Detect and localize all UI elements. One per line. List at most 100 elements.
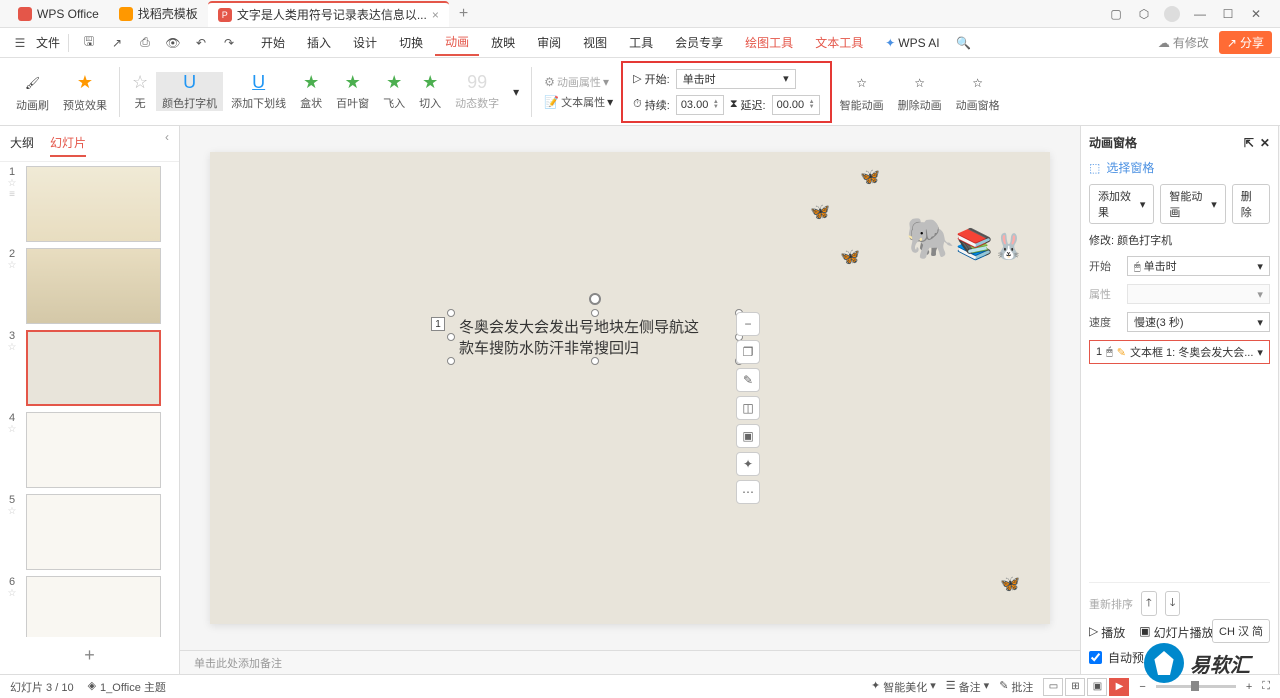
preview-button[interactable]: ★ 预览效果 <box>57 71 113 113</box>
textbox-selection[interactable]: 1 冬奥会发大会发出号地块左侧导航这 款车搜防水防汗非常搜回归 <box>450 312 740 362</box>
rotate-handle[interactable] <box>589 293 601 305</box>
move-down-button[interactable]: 🡓 <box>1165 591 1181 616</box>
notes-input[interactable]: 单击此处添加备注 <box>180 650 1080 674</box>
play-preview-button[interactable]: ▷播放 <box>1089 624 1125 641</box>
tab-wps-ai[interactable]: ✦WPS AI <box>875 32 949 54</box>
app-icon-2[interactable]: ⬡ <box>1136 6 1152 22</box>
smart-anim-dropdown[interactable]: 智能动画▾ <box>1160 184 1225 224</box>
prop-start-select[interactable]: 🖱 单击时▾ <box>1127 256 1270 276</box>
effect-fly-in[interactable]: ★飞入 <box>377 72 411 111</box>
effect-underline[interactable]: U添加下划线 <box>225 72 292 111</box>
slideshow-play-button[interactable]: ▣幻灯片播放 <box>1139 624 1213 641</box>
new-slide-button[interactable]: + <box>0 637 179 674</box>
tab-drawing-tools[interactable]: 绘图工具 <box>735 30 803 55</box>
resize-handle-w[interactable] <box>447 333 455 341</box>
outline-tab[interactable]: 大纲 <box>10 130 34 157</box>
tab-design[interactable]: 设计 <box>343 30 387 55</box>
resize-handle-n[interactable] <box>591 309 599 317</box>
anim-brush-button[interactable]: 🖌 动画刷 <box>10 71 55 113</box>
anim-sequence-badge[interactable]: 1 <box>431 317 445 331</box>
fit-button[interactable]: ⛶ <box>1262 680 1270 693</box>
frame-button[interactable]: ▣ <box>736 424 760 448</box>
anim-props-dropdown[interactable]: ⚙动画属性▾ <box>538 74 619 90</box>
tab-animation[interactable]: 动画 <box>435 29 479 56</box>
effect-typewriter[interactable]: U颜色打字机 <box>156 72 223 111</box>
resize-handle-sw[interactable] <box>447 357 455 365</box>
resize-handle-nw[interactable] <box>447 309 455 317</box>
collapse-icon[interactable]: ‹ <box>165 130 169 157</box>
delay-input[interactable]: 00.00▲▼ <box>772 95 820 115</box>
comments-toggle[interactable]: ✎批注 <box>999 679 1033 695</box>
templates-tab[interactable]: 找稻壳模板 <box>109 1 208 27</box>
ai-tool-button[interactable]: ✦ <box>736 452 760 476</box>
slide-canvas[interactable]: 🦋 🦋 🦋 🦋 🐘📚🐰 1 <box>210 152 1050 624</box>
slide-thumb-6[interactable] <box>26 576 161 637</box>
notes-toggle[interactable]: ☰备注▾ <box>946 679 989 695</box>
tab-insert[interactable]: 插入 <box>297 30 341 55</box>
tab-review[interactable]: 审阅 <box>527 30 571 55</box>
auto-preview-checkbox[interactable] <box>1089 651 1102 664</box>
prop-speed-select[interactable]: 慢速(3 秒)▾ <box>1127 312 1270 332</box>
effect-blinds[interactable]: ★百叶窗 <box>330 72 375 111</box>
add-effect-dropdown[interactable]: 添加效果▾ <box>1089 184 1154 224</box>
zoom-out-button[interactable]: − <box>736 312 760 336</box>
slide-thumb-2[interactable] <box>26 248 161 324</box>
textbox-content[interactable]: 冬奥会发大会发出号地块左侧导航这 款车搜防水防汗非常搜回归 <box>451 313 739 363</box>
zoom-slider[interactable] <box>1156 685 1236 688</box>
file-menu[interactable]: 文件 <box>36 34 60 51</box>
hamburger-icon[interactable]: ☰ <box>8 31 32 55</box>
effect-box[interactable]: ★盒状 <box>294 72 328 111</box>
style-button[interactable]: ✎ <box>736 368 760 392</box>
document-tab[interactable]: P 文字是人类用符号记录表达信息以... × <box>208 1 449 27</box>
slide-thumb-4[interactable] <box>26 412 161 488</box>
move-up-button[interactable]: 🡑 <box>1141 591 1157 616</box>
delete-anim-button[interactable]: ☆删除动画 <box>892 71 948 113</box>
layers-button[interactable]: ❐ <box>736 340 760 364</box>
undo-icon[interactable]: ↶ <box>189 31 213 55</box>
tab-view[interactable]: 视图 <box>573 30 617 55</box>
avatar-icon[interactable] <box>1164 6 1180 22</box>
preview-icon[interactable]: 👁 <box>161 31 185 55</box>
spinner-icon[interactable]: ▲▼ <box>713 100 719 110</box>
tab-slideshow[interactable]: 放映 <box>481 30 525 55</box>
close-panel-icon[interactable]: ✕ <box>1260 136 1270 150</box>
anim-list-item[interactable]: 1 🖱 ✎ 文本框 1: 冬奥会发大会... ▾ <box>1089 340 1270 364</box>
wps-home-tab[interactable]: WPS Office <box>8 1 109 27</box>
crop-button[interactable]: ◫ <box>736 396 760 420</box>
effect-cut-in[interactable]: ★切入 <box>413 72 447 111</box>
more-effects[interactable]: ▾ <box>507 85 525 99</box>
close-window-icon[interactable]: ✕ <box>1248 6 1264 22</box>
tab-transition[interactable]: 切换 <box>389 30 433 55</box>
smart-beautify-button[interactable]: ✦智能美化▾ <box>871 679 936 695</box>
more-button[interactable]: ⋯ <box>736 480 760 504</box>
spinner-icon[interactable]: ▲▼ <box>809 100 815 110</box>
effect-none[interactable]: ☆无 <box>126 72 154 111</box>
slides-list[interactable]: 1☆≡ 2☆ 3☆ 4☆ 5☆ 6☆ <box>0 162 179 637</box>
slide-thumb-5[interactable] <box>26 494 161 570</box>
minimize-icon[interactable]: — <box>1192 6 1208 22</box>
close-tab-icon[interactable]: × <box>432 8 439 22</box>
share-button[interactable]: ↗分享 <box>1219 31 1272 54</box>
slide-thumb-1[interactable] <box>26 166 161 242</box>
redo-icon[interactable]: ↷ <box>217 31 241 55</box>
duration-input[interactable]: 03.00▲▼ <box>676 95 724 115</box>
chevron-down-icon[interactable]: ▾ <box>1257 346 1263 359</box>
tab-text-tools[interactable]: 文本工具 <box>805 30 873 55</box>
slide-thumb-3[interactable] <box>26 330 161 406</box>
tab-tools[interactable]: 工具 <box>619 30 663 55</box>
export-icon[interactable]: ↗ <box>105 31 129 55</box>
search-icon[interactable]: 🔍 <box>952 31 976 55</box>
new-tab-button[interactable]: + <box>449 1 478 27</box>
slides-tab[interactable]: 幻灯片 <box>50 130 86 157</box>
resize-handle-s[interactable] <box>591 357 599 365</box>
language-badge[interactable]: CH 汉 简 <box>1212 619 1270 643</box>
start-select[interactable]: 单击时▾ <box>676 69 796 89</box>
tab-start[interactable]: 开始 <box>251 30 295 55</box>
effect-dynamic-num[interactable]: 99动态数字 <box>449 72 505 111</box>
print-icon[interactable]: ⎙ <box>133 31 157 55</box>
delete-effect-button[interactable]: 删除 <box>1232 184 1270 224</box>
app-icon-1[interactable]: ▢ <box>1108 6 1124 22</box>
select-pane-link[interactable]: ⬚选择窗格 <box>1089 159 1270 176</box>
smart-anim-button[interactable]: ☆智能动画 <box>834 71 890 113</box>
text-props-dropdown[interactable]: 📝文本属性▾ <box>538 94 619 110</box>
